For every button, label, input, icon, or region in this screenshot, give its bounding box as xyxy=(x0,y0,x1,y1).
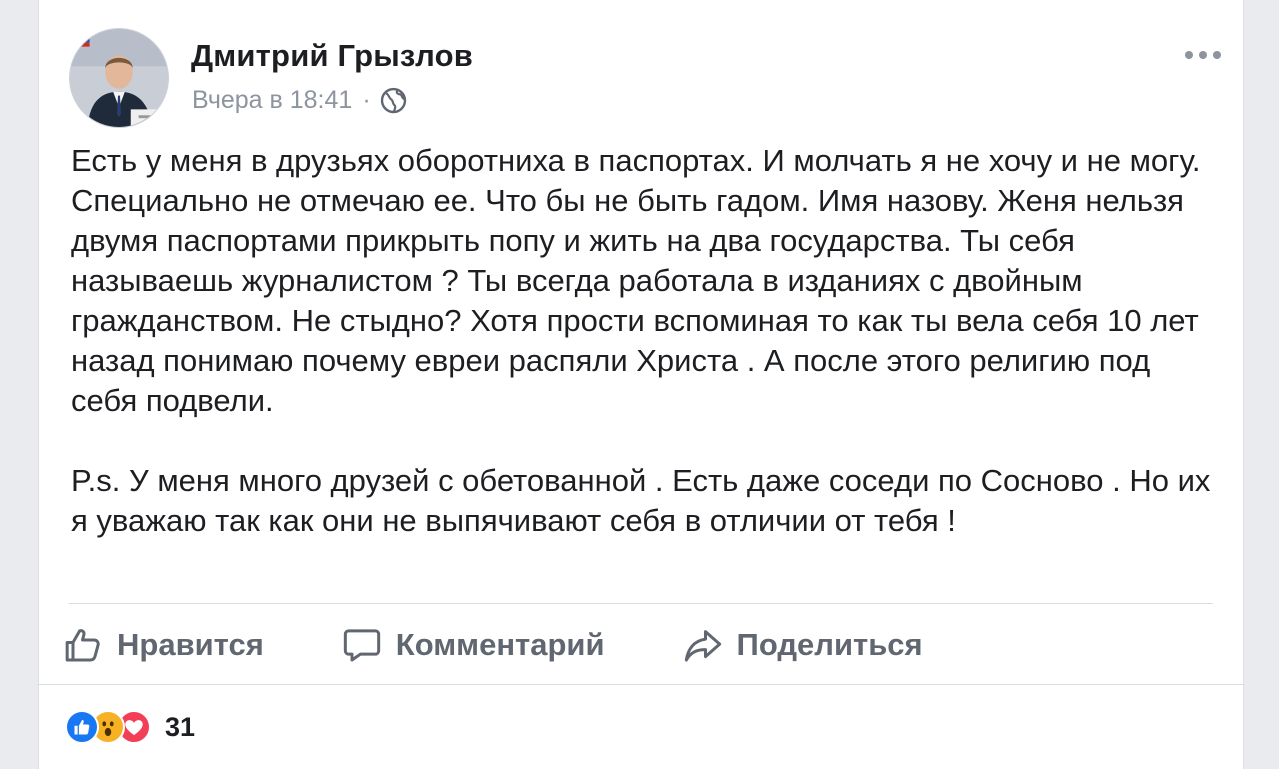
post-options-button[interactable] xyxy=(1185,40,1221,70)
divider xyxy=(69,603,1213,604)
like-button[interactable]: Нравится xyxy=(63,625,264,665)
like-icon xyxy=(65,710,99,744)
author-avatar[interactable] xyxy=(69,28,169,128)
thumbs-up-reaction-icon xyxy=(74,720,90,735)
globe-icon[interactable] xyxy=(379,86,408,115)
post-body: Есть у меня в друзьях оборотниха в паспо… xyxy=(71,141,1221,541)
like-label: Нравится xyxy=(117,627,264,662)
more-dot-icon xyxy=(1213,51,1221,59)
comment-button[interactable]: Комментарий xyxy=(342,625,605,665)
reactions-summary[interactable]: 31 xyxy=(65,710,195,744)
comment-bubble-icon xyxy=(343,629,380,662)
meta-separator: · xyxy=(362,86,371,114)
share-label: Поделиться xyxy=(736,627,923,662)
author-name[interactable]: Дмитрий Грызлов xyxy=(191,38,473,74)
share-arrow-icon xyxy=(684,630,721,662)
post-meta: Вчера в 18:41 · xyxy=(192,86,408,115)
more-dot-icon xyxy=(1185,51,1193,59)
post-paragraph: Есть у меня в друзьях оборотниха в паспо… xyxy=(71,143,1201,418)
post-actions-bar: Нравится Комментарий Поделиться xyxy=(63,612,1001,678)
share-button[interactable]: Поделиться xyxy=(683,625,923,665)
thumbs-up-icon xyxy=(65,629,100,662)
post-card: Дмитрий Грызлов Вчера в 18:41 · Есть у м… xyxy=(38,0,1244,769)
reaction-count: 31 xyxy=(165,711,196,742)
avatar-photo xyxy=(70,29,168,127)
reaction-icons xyxy=(65,710,151,744)
comment-label: Комментарий xyxy=(395,627,605,662)
post-timestamp[interactable]: Вчера в 18:41 xyxy=(192,86,352,115)
post-paragraph: P.s. У меня много друзей с обетованной .… xyxy=(71,463,1211,538)
divider xyxy=(39,684,1243,685)
more-dot-icon xyxy=(1199,51,1207,59)
